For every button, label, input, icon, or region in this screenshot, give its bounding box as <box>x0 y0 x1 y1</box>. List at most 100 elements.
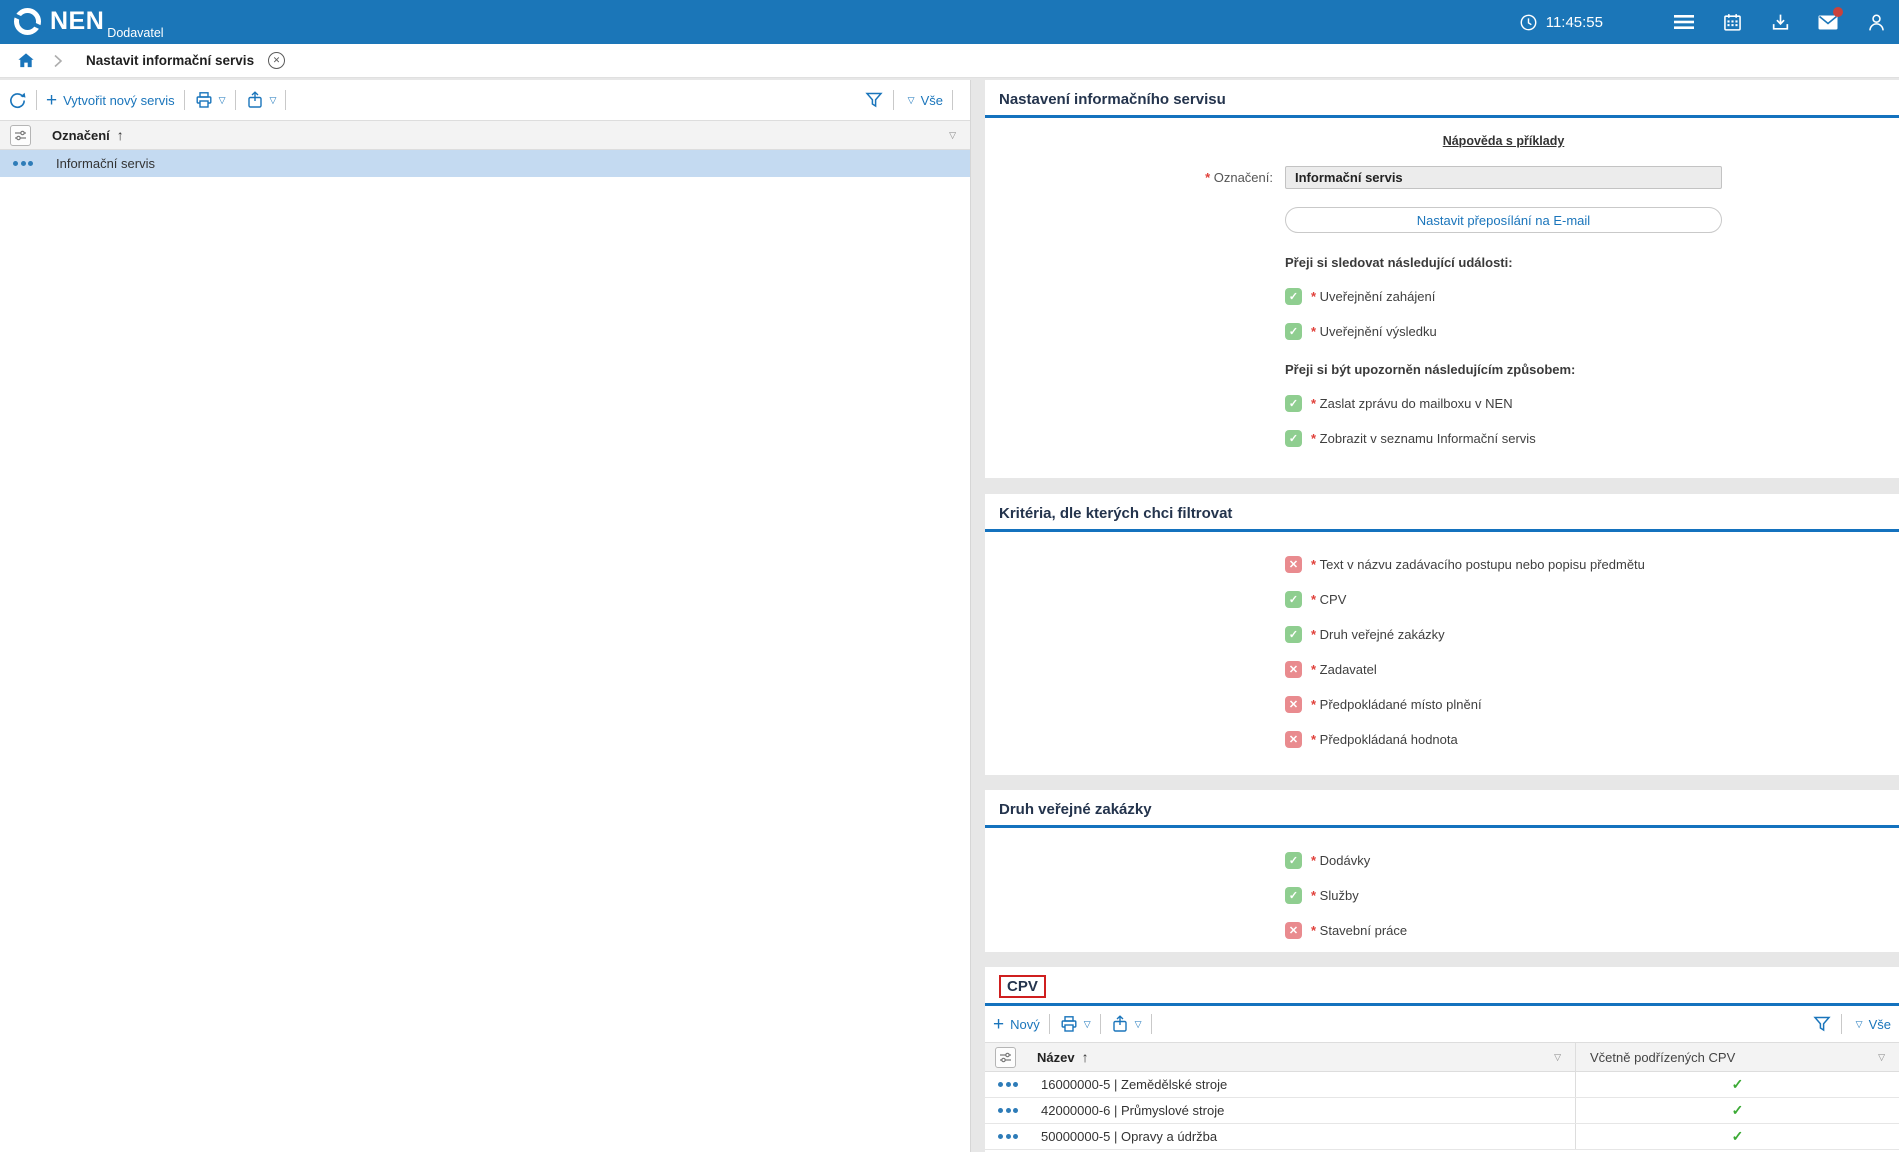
mail-icon[interactable] <box>1817 11 1839 33</box>
checkbox-row: ✓ Druh veřejné zakázky <box>1285 626 1899 643</box>
included-check-icon: ✓ <box>1732 1128 1744 1145</box>
checkbox-predpokladana-hodnota[interactable]: ✕ <box>1285 731 1302 748</box>
checkbox-row: ✓ Služby <box>1285 887 1899 904</box>
brand-name: NEN <box>50 5 104 37</box>
refresh-icon[interactable] <box>8 91 27 110</box>
row-menu-icon[interactable] <box>998 1134 1024 1139</box>
checkbox-row: ✕ Stavební práce <box>1285 922 1899 939</box>
calendar-icon[interactable] <box>1721 11 1743 33</box>
cpv-table-header: Název ↑ ▽ Včetně podřízených CPV ▽ <box>985 1042 1899 1072</box>
checkbox-stavebni-prace[interactable]: ✕ <box>1285 922 1302 939</box>
checkbox-uverejneni-zahajeni[interactable]: ✓ <box>1285 288 1302 305</box>
section-title: Druh veřejné zakázky <box>985 790 1899 825</box>
new-cpv-button[interactable]: + Nový <box>993 1015 1040 1034</box>
breadcrumb-title: Nastavit informační servis <box>86 53 254 68</box>
home-icon[interactable] <box>16 51 36 70</box>
checkbox-dodavky[interactable]: ✓ <box>1285 852 1302 869</box>
checkbox-text-v-nazvu[interactable]: ✕ <box>1285 556 1302 573</box>
checkbox-misto-plneni[interactable]: ✕ <box>1285 696 1302 713</box>
breadcrumb: Nastavit informační servis <box>0 44 1899 78</box>
cpv-row-name: 50000000-5 | Opravy a údržba <box>1041 1129 1217 1144</box>
included-check-icon: ✓ <box>1732 1102 1744 1119</box>
clock-group: 11:45:55 <box>1519 13 1603 32</box>
column-header-vcetne-podrizenych[interactable]: Včetně podřízených CPV <box>1590 1050 1735 1065</box>
column-filter-icon[interactable]: ▽ <box>1554 1052 1561 1063</box>
all-dropdown-icon: ▽ <box>1856 1019 1863 1030</box>
show-all-button[interactable]: ▽ Vše <box>903 93 943 108</box>
checkbox-zaslat-zpravu[interactable]: ✓ <box>1285 395 1302 412</box>
close-tab-icon[interactable] <box>268 52 285 69</box>
filter-icon[interactable] <box>864 90 884 110</box>
toolbar-separator <box>184 90 185 110</box>
show-all-button[interactable]: ▽ Vše <box>1851 1017 1891 1032</box>
checkbox-uverejneni-vysledku[interactable]: ✓ <box>1285 323 1302 340</box>
column-settings-icon[interactable] <box>995 1047 1016 1068</box>
service-list-panel: + Vytvořit nový servis ▽ ▽ ▽ Vše Označen… <box>0 80 971 1152</box>
checkbox-druh-verejne-zakazky[interactable]: ✓ <box>1285 626 1302 643</box>
email-forwarding-button[interactable]: Nastavit přeposílání na E-mail <box>1285 207 1722 233</box>
download-icon[interactable] <box>1769 11 1791 33</box>
print-dropdown-icon[interactable]: ▽ <box>1084 1019 1091 1030</box>
create-new-service-button[interactable]: + Vytvořit nový servis <box>46 91 175 110</box>
row-menu-icon[interactable] <box>998 1082 1024 1087</box>
export-icon[interactable] <box>245 90 265 110</box>
section-rule <box>985 115 1899 118</box>
column-filter-icon[interactable]: ▽ <box>1878 1052 1885 1063</box>
checkbox-zobrazit-v-seznamu[interactable]: ✓ <box>1285 430 1302 447</box>
checkbox-row: ✓ CPV <box>1285 591 1899 608</box>
sort-asc-icon[interactable]: ↑ <box>1082 1049 1089 1065</box>
cpv-row[interactable]: 42000000-6 | Průmyslové stroje ✓ <box>985 1098 1899 1124</box>
user-icon[interactable] <box>1865 11 1887 33</box>
row-menu-icon[interactable] <box>13 161 39 166</box>
clock-icon <box>1519 13 1538 32</box>
toolbar-separator <box>285 90 286 110</box>
row-menu-icon[interactable] <box>998 1108 1024 1113</box>
checkbox-zadavatel[interactable]: ✕ <box>1285 661 1302 678</box>
service-row-selected[interactable]: Informační servis <box>0 150 970 177</box>
print-icon[interactable] <box>194 90 214 110</box>
designation-input[interactable] <box>1285 166 1722 189</box>
cpv-row[interactable]: 16000000-5 | Zemědělské stroje ✓ <box>985 1072 1899 1098</box>
column-filter-icon[interactable]: ▽ <box>949 130 956 141</box>
section-rule <box>985 825 1899 828</box>
brand-role: Dodavatel <box>107 26 163 40</box>
print-icon[interactable] <box>1059 1014 1079 1034</box>
export-dropdown-icon[interactable]: ▽ <box>1135 1019 1142 1030</box>
nen-logo-icon <box>14 8 41 35</box>
section-cpv: CPV + Nový ▽ ▽ ▽ <box>985 967 1899 1152</box>
service-list-toolbar: + Vytvořit nový servis ▽ ▽ ▽ Vše <box>0 80 970 120</box>
toolbar-separator <box>1151 1014 1152 1034</box>
section-rule <box>985 529 1899 532</box>
checkbox-sluzby[interactable]: ✓ <box>1285 887 1302 904</box>
menu-icon[interactable] <box>1673 11 1695 33</box>
toolbar-separator <box>1100 1014 1101 1034</box>
section-kind: Druh veřejné zakázky ✓ Dodávky ✓ Služby … <box>985 790 1899 952</box>
all-dropdown-icon: ▽ <box>908 95 915 106</box>
toolbar-separator <box>1841 1014 1842 1034</box>
export-icon[interactable] <box>1110 1014 1130 1034</box>
cpv-toolbar: + Nový ▽ ▽ ▽ Vše <box>985 1006 1899 1042</box>
section-criteria: Kritéria, dle kterých chci filtrovat ✕ T… <box>985 494 1899 775</box>
toolbar-separator <box>36 90 37 110</box>
notify-heading: Přeji si být upozorněn následujícím způs… <box>1285 362 1899 377</box>
sort-asc-icon[interactable]: ↑ <box>117 127 124 143</box>
help-link[interactable]: Nápověda s příklady <box>1443 134 1565 148</box>
checkbox-row: ✓ Zaslat zprávu do mailboxu v NEN <box>1285 395 1899 412</box>
topbar-actions: 11:45:55 <box>1519 0 1887 44</box>
column-header-nazev[interactable]: Název <box>1037 1050 1075 1065</box>
checkbox-row: ✓ Uveřejnění výsledku <box>1285 323 1899 340</box>
toolbar-separator <box>952 90 953 110</box>
cpv-row[interactable]: 50000000-5 | Opravy a údržba ✓ <box>985 1124 1899 1150</box>
checkbox-cpv[interactable]: ✓ <box>1285 591 1302 608</box>
print-dropdown-icon[interactable]: ▽ <box>219 95 226 106</box>
section-title: CPV <box>985 967 1899 1003</box>
clock-time: 11:45:55 <box>1546 14 1603 31</box>
export-dropdown-icon[interactable]: ▽ <box>270 95 277 106</box>
filter-icon[interactable] <box>1812 1014 1832 1034</box>
section-settings: Nastavení informačního servisu Nápověda … <box>985 80 1899 478</box>
column-settings-icon[interactable] <box>10 125 31 146</box>
plus-icon: + <box>46 91 57 110</box>
column-header-oznaceni[interactable]: Označení <box>52 128 110 143</box>
nen-logo[interactable]: NEN Dodavatel <box>0 0 164 44</box>
included-check-icon: ✓ <box>1732 1076 1744 1093</box>
